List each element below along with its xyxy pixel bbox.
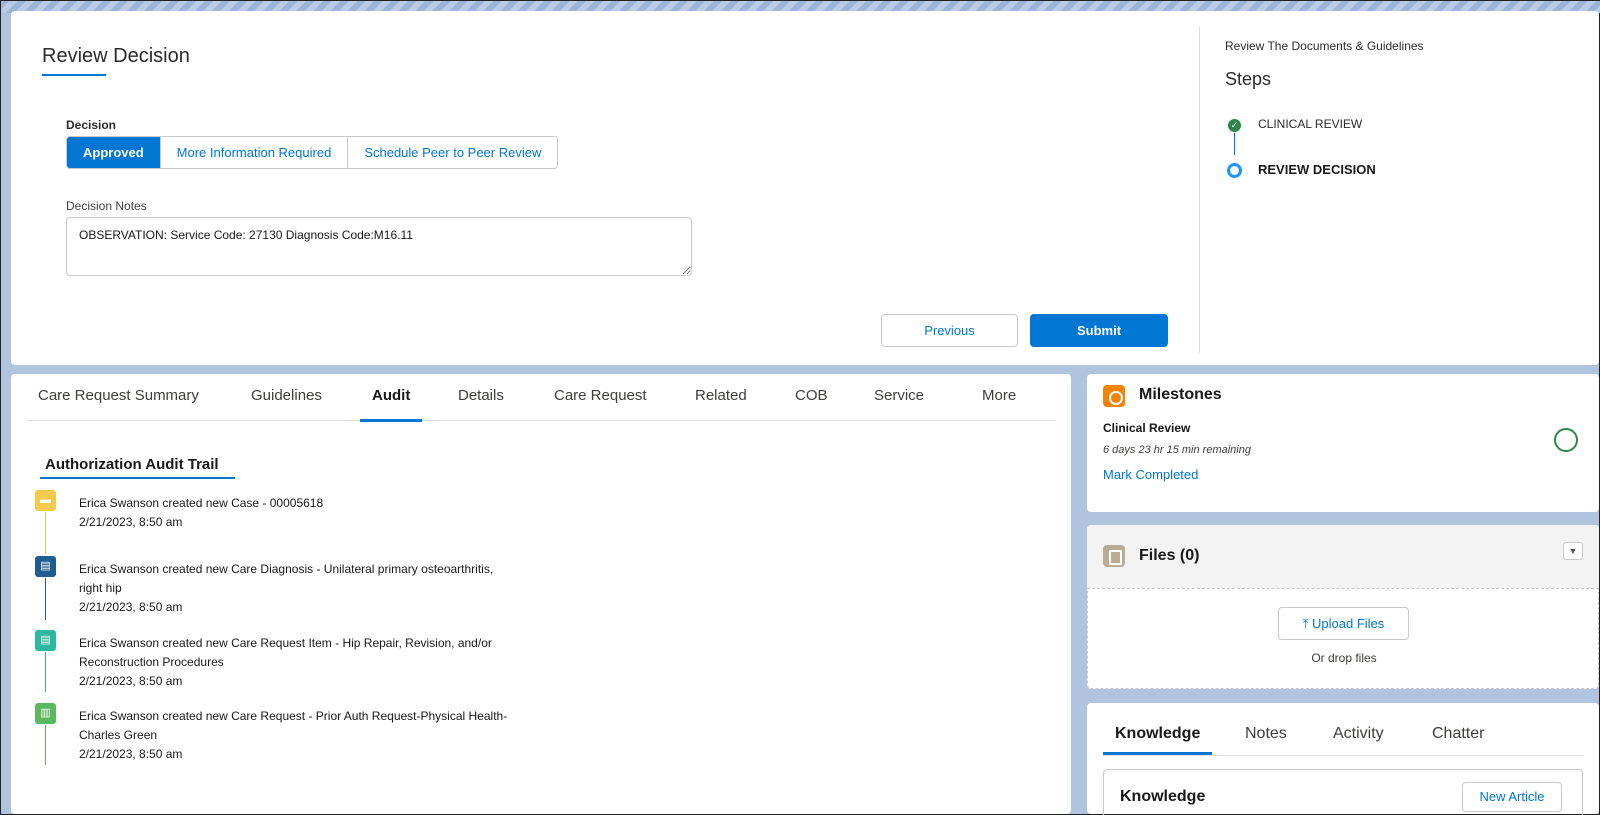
- review-decision-card: Review Decision Decision Approved More I…: [11, 11, 1599, 365]
- tab-activity[interactable]: Activity: [1333, 725, 1384, 743]
- decision-approved-button[interactable]: Approved: [67, 137, 161, 168]
- decision-segmented-control: Approved More Information Required Sched…: [66, 136, 559, 169]
- upload-icon: ⤒: [1302, 616, 1309, 631]
- timeline-line: [45, 512, 46, 554]
- tab-care-request-summary[interactable]: Care Request Summary: [38, 387, 199, 421]
- knowledge-box-title: Knowledge: [1120, 788, 1206, 805]
- knowledge-box: Knowledge New Article: [1103, 769, 1583, 815]
- entry-date: 2/21/2023, 8:50 am: [79, 674, 183, 688]
- diagnosis-icon: ▤: [35, 556, 56, 577]
- milestone-status-icon: [1554, 428, 1578, 452]
- entry-text: Erica Swanson created new Care Diagnosis…: [79, 562, 494, 576]
- entry-date: 2/21/2023, 8:50 am: [79, 747, 183, 761]
- files-card: Files (0) ▼ ⤒ Upload Files Or drop files: [1087, 525, 1599, 689]
- entry-text: Erica Swanson created new Care Request -…: [79, 709, 508, 723]
- steps-subtitle: Review The Documents & Guidelines: [1225, 39, 1424, 53]
- timeline-line: [45, 725, 46, 765]
- tab-cob[interactable]: COB: [795, 387, 828, 421]
- files-icon: [1103, 545, 1125, 567]
- tab-knowledge[interactable]: Knowledge: [1102, 725, 1213, 755]
- file-drop-zone[interactable]: ⤒ Upload Files Or drop files: [1087, 588, 1599, 689]
- tab-notes[interactable]: Notes: [1245, 725, 1287, 743]
- milestones-title: Milestones: [1139, 386, 1222, 403]
- decision-peer-review-button[interactable]: Schedule Peer to Peer Review: [348, 137, 558, 168]
- new-article-button[interactable]: New Article: [1462, 782, 1562, 812]
- entry-text-cont: right hip: [79, 581, 122, 595]
- milestone-icon: [1103, 385, 1125, 407]
- knowledge-tabs: Knowledge Notes Activity Chatter: [1102, 715, 1583, 756]
- check-icon: ✓: [1228, 119, 1241, 132]
- audit-trail-heading: Authorization Audit Trail: [45, 456, 219, 473]
- case-icon: ▬: [35, 490, 56, 511]
- timeline-line: [45, 578, 46, 620]
- title-underline: [42, 74, 106, 76]
- section-divider: [1199, 27, 1200, 353]
- entry-text-cont: Charles Green: [79, 728, 158, 742]
- milestone-remaining: 6 days 23 hr 15 min remaining: [1103, 444, 1251, 456]
- tab-care-request[interactable]: Care Request: [554, 387, 647, 421]
- milestones-card: Milestones Clinical Review 6 days 23 hr …: [1087, 374, 1599, 512]
- tab-guidelines[interactable]: Guidelines: [251, 387, 322, 421]
- request-item-icon: ▤: [35, 630, 56, 651]
- decision-notes-textarea[interactable]: OBSERVATION: Service Code: 27130 Diagnos…: [66, 217, 692, 276]
- drop-files-text: Or drop files: [1311, 651, 1377, 665]
- entry-text: Erica Swanson created new Care Request I…: [79, 636, 492, 650]
- tab-audit[interactable]: Audit: [359, 387, 423, 422]
- timeline-entry: Erica Swanson created new Care Diagnosis…: [79, 560, 579, 617]
- tab-service[interactable]: Service: [874, 387, 924, 421]
- upload-label: Upload Files: [1312, 616, 1385, 631]
- care-request-icon: ▥: [35, 703, 56, 724]
- heading-underline: [40, 477, 235, 479]
- previous-button[interactable]: Previous: [881, 314, 1018, 347]
- record-tabs: Care Request Summary Guidelines Audit De…: [27, 387, 1056, 422]
- decision-more-info-button[interactable]: More Information Required: [160, 137, 349, 168]
- entry-date: 2/21/2023, 8:50 am: [79, 600, 183, 614]
- timeline-line: [45, 652, 46, 692]
- entry-text-cont: Reconstruction Procedures: [79, 655, 224, 669]
- timeline-entry: Erica Swanson created new Case - 0000561…: [79, 494, 579, 532]
- decision-label: Decision: [66, 118, 117, 132]
- tab-related[interactable]: Related: [695, 387, 747, 421]
- chevron-down-icon[interactable]: ▼: [1563, 542, 1583, 560]
- step-connector: [1234, 133, 1235, 155]
- milestone-name: Clinical Review: [1103, 421, 1191, 435]
- submit-button[interactable]: Submit: [1030, 314, 1168, 347]
- timeline-entry: Erica Swanson created new Care Request -…: [79, 707, 579, 764]
- entry-text: Erica Swanson created new Case - 0000561…: [79, 496, 324, 510]
- step-review-decision[interactable]: REVIEW DECISION: [1258, 162, 1376, 177]
- timeline-entry: Erica Swanson created new Care Request I…: [79, 634, 579, 691]
- mark-completed-link[interactable]: Mark Completed: [1103, 467, 1198, 482]
- tab-chatter[interactable]: Chatter: [1432, 725, 1484, 743]
- current-step-icon: [1227, 163, 1242, 178]
- entry-date: 2/21/2023, 8:50 am: [79, 515, 183, 529]
- tab-more[interactable]: More: [982, 387, 1016, 421]
- audit-card: Care Request Summary Guidelines Audit De…: [11, 374, 1071, 814]
- review-decision-title: Review Decision: [42, 45, 190, 67]
- steps-title: Steps: [1225, 69, 1272, 89]
- files-title: Files (0): [1139, 547, 1200, 564]
- decision-notes-label: Decision Notes: [66, 199, 147, 213]
- tab-details[interactable]: Details: [458, 387, 504, 421]
- knowledge-card: Knowledge Notes Activity Chatter Knowled…: [1087, 703, 1599, 815]
- files-header: Files (0) ▼: [1087, 525, 1599, 588]
- step-clinical-review[interactable]: CLINICAL REVIEW: [1258, 117, 1362, 131]
- upload-files-button[interactable]: ⤒ Upload Files: [1278, 607, 1409, 640]
